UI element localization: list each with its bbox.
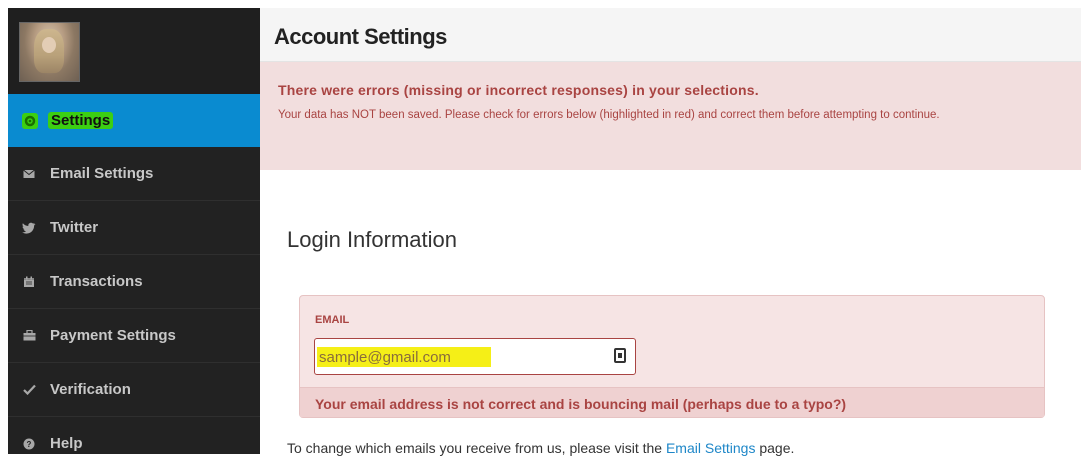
sidebar-item-label: Transactions xyxy=(50,273,143,290)
contact-card-icon[interactable] xyxy=(614,348,626,363)
email-field-group: EMAIL Your email address is not correct … xyxy=(299,295,1045,418)
sidebar-nav: Settings Email Settings Twitter Transact… xyxy=(8,94,260,454)
envelope-icon xyxy=(22,167,36,181)
svg-text:?: ? xyxy=(27,440,32,449)
section-title: Login Information xyxy=(287,227,457,252)
sidebar: Settings Email Settings Twitter Transact… xyxy=(8,8,260,454)
email-field[interactable] xyxy=(317,347,491,367)
sidebar-item-label: Settings xyxy=(48,112,114,129)
page-header: Account Settings xyxy=(260,8,1081,62)
sidebar-item-help[interactable]: ? Help xyxy=(8,417,260,454)
avatar-area xyxy=(8,8,260,94)
gear-icon xyxy=(22,112,38,129)
briefcase-icon xyxy=(22,329,36,343)
checkmark-icon xyxy=(22,383,36,397)
main-content: Account Settings There were errors (miss… xyxy=(260,8,1081,456)
email-field-wrapper xyxy=(314,338,636,375)
help-icon: ? xyxy=(22,437,36,451)
error-alert: There were errors (missing or incorrect … xyxy=(260,62,1081,170)
sidebar-item-verification[interactable]: Verification xyxy=(8,363,260,417)
twitter-icon xyxy=(22,221,36,235)
sidebar-item-label: Twitter xyxy=(50,219,99,236)
sidebar-item-email-settings[interactable]: Email Settings xyxy=(8,147,260,201)
sidebar-item-settings[interactable]: Settings xyxy=(8,94,260,147)
calendar-icon xyxy=(22,275,36,289)
sidebar-item-label: Payment Settings xyxy=(50,327,176,344)
error-alert-title: There were errors (missing or incorrect … xyxy=(278,82,759,98)
avatar[interactable] xyxy=(19,22,80,82)
email-error-message: Your email address is not correct and is… xyxy=(300,387,1044,417)
error-alert-message: Your data has NOT been saved. Please che… xyxy=(278,109,940,121)
sidebar-item-label: Verification xyxy=(50,381,131,398)
sidebar-item-twitter[interactable]: Twitter xyxy=(8,201,260,255)
sidebar-item-label: Email Settings xyxy=(50,165,154,182)
email-field-label: EMAIL xyxy=(315,314,350,326)
sidebar-item-label: Help xyxy=(50,435,83,452)
page-title: Account Settings xyxy=(274,24,447,49)
sidebar-item-payment-settings[interactable]: Payment Settings xyxy=(8,309,260,363)
sidebar-item-transactions[interactable]: Transactions xyxy=(8,255,260,309)
